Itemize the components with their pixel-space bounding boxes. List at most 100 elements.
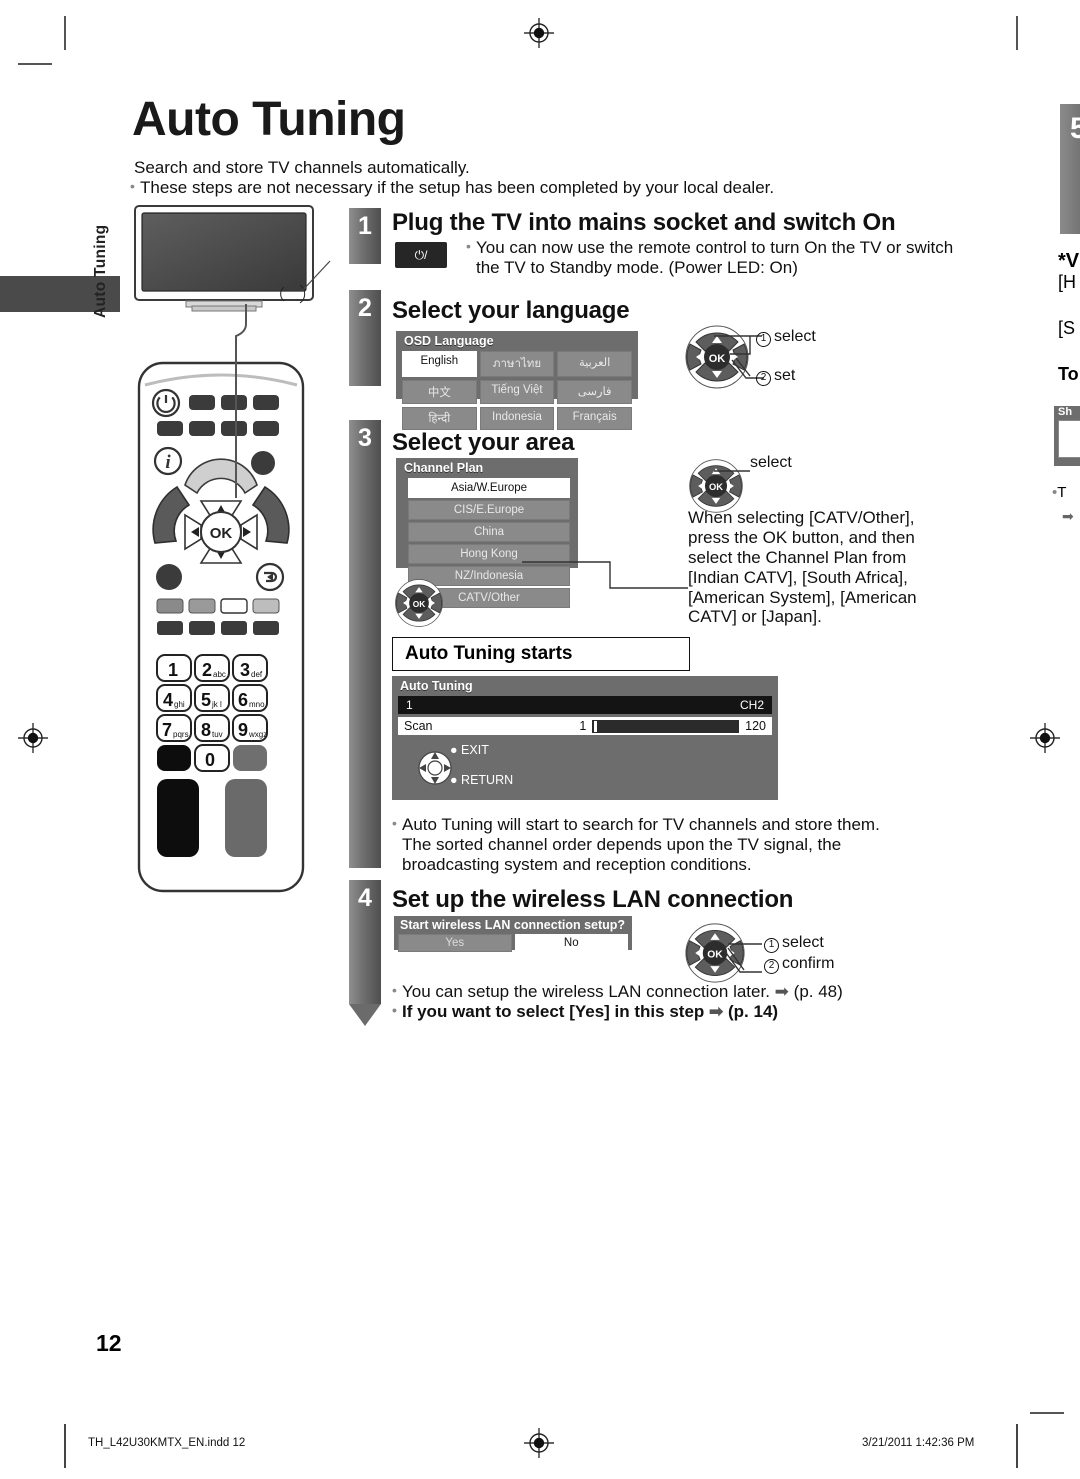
step-1-body: • You can now use the remote control to t… <box>466 238 986 278</box>
registration-mark-left <box>18 723 48 753</box>
wireless-lan-option-yes[interactable]: Yes <box>398 934 512 952</box>
bullet-glyph: • <box>392 1002 397 1018</box>
step-1-body-line-1: You can now use the remote control to tu… <box>476 238 954 257</box>
step-4-footnote-bold: • If you want to select [Yes] in this ste… <box>392 1002 952 1022</box>
okpad-step-3-ok: OK <box>394 578 444 633</box>
auto-tuning-channel: CH2 <box>739 698 764 712</box>
wireless-lan-option-no[interactable]: No <box>514 934 628 952</box>
wireless-lan-options: Yes No <box>394 934 632 956</box>
osd-language-option[interactable]: 中文 <box>402 380 477 404</box>
osd-language-option[interactable]: فارسی <box>557 380 632 404</box>
crop-mark-top-left-h <box>18 63 52 65</box>
svg-text:wxgz: wxgz <box>248 730 267 739</box>
step-flow-arrow <box>349 1004 381 1026</box>
arrow-icon: ➡ <box>709 1002 724 1021</box>
power-standby-button-icon: ⏻ / <box>395 242 447 268</box>
tv-illustration <box>134 205 332 313</box>
svg-text:2: 2 <box>202 660 212 680</box>
page-number: 12 <box>96 1330 122 1356</box>
callout-step-4-confirm: 2 confirm <box>764 955 834 974</box>
bleed-line-4: To <box>1058 364 1079 384</box>
osd-language-option-grid: English ภาษาไทย العربية 中文 Tiếng Việt فا… <box>396 351 638 436</box>
power-icon-label: / <box>424 248 428 262</box>
svg-text:ghi: ghi <box>174 700 185 709</box>
callout-marker: 1 <box>756 332 771 347</box>
step-3-after-note: • Auto Tuning will start to search for TV… <box>392 815 962 875</box>
osd-language-option[interactable]: Français <box>557 407 632 430</box>
bleed-text-6: •T <box>1052 484 1067 501</box>
svg-text:3: 3 <box>240 660 250 680</box>
callout-step-3-select: select <box>750 454 792 472</box>
svg-text:4: 4 <box>163 690 173 710</box>
bleed-arrow-icon: ➡ <box>1062 508 1074 524</box>
svg-text:jk l: jk l <box>211 700 222 709</box>
svg-text:8: 8 <box>201 720 211 740</box>
step-bar-1: 1 <box>349 208 381 264</box>
step-bar-3: 3 <box>349 420 381 868</box>
leader-line-catv-note <box>520 548 690 595</box>
osd-language-option[interactable]: ภาษาไทย <box>479 351 555 377</box>
bleed-line-3: [S <box>1058 318 1076 338</box>
svg-text:1: 1 <box>168 660 178 680</box>
channel-plan-option[interactable]: China <box>408 522 570 542</box>
callout-marker: 1 <box>764 938 779 953</box>
osd-language-title: OSD Language <box>404 334 494 348</box>
osd-language-option[interactable]: हिन्दी <box>402 407 477 430</box>
crop-mark-bottom-right-h <box>1030 1412 1064 1414</box>
svg-text:def: def <box>251 670 263 679</box>
step-4-heading: Set up the wireless LAN connection <box>392 886 794 913</box>
bullet-glyph: • <box>392 982 397 998</box>
wireless-lan-dialog: Start wireless LAN connection setup? Yes… <box>394 916 632 952</box>
crop-mark-top-left-v <box>64 16 66 50</box>
callout-label: confirm <box>782 955 835 972</box>
osd-language-option[interactable]: English <box>402 351 477 377</box>
auto-tuning-progress-title: Auto Tuning <box>400 679 473 693</box>
auto-tuning-current-row: 1 CH2 <box>398 696 772 714</box>
step-3-heading: Select your area <box>392 429 575 456</box>
step-1-body-line-2: the TV to Standby mode. (Power LED: On) <box>476 258 798 278</box>
side-tab-label: Auto Tuning <box>92 224 109 318</box>
channel-plan-title: Channel Plan <box>404 461 484 475</box>
bleed-text-4: To <box>1058 364 1080 385</box>
footer-rule-right <box>1016 1424 1018 1468</box>
svg-text:6: 6 <box>238 690 248 710</box>
step-bar-4: 4 <box>349 880 381 1004</box>
after-note-line: The sorted channel order depends upon th… <box>402 835 842 855</box>
auto-tuning-progress-panel: Auto Tuning 1 CH2 Scan 1 120 ● EXIT ● RE… <box>392 676 778 800</box>
channel-plan-option[interactable]: CIS/E.Europe <box>408 500 570 520</box>
auto-tuning-index: 1 <box>406 698 413 712</box>
bleed-line-1: *V <box>1058 250 1080 272</box>
step-1-heading: Plug the TV into mains socket and switch… <box>392 209 896 236</box>
bleed-line-2: [H <box>1058 272 1076 292</box>
scan-to: 120 <box>745 719 766 733</box>
footer-filename: TH_L42U30KMTX_EN.indd 12 <box>88 1437 246 1449</box>
auto-tuning-scan-row: Scan 1 120 <box>398 717 772 735</box>
registration-mark-bottom <box>524 1428 554 1458</box>
step-bar-2: 2 <box>349 290 381 386</box>
svg-text:9: 9 <box>238 720 248 740</box>
svg-text:7: 7 <box>162 720 172 740</box>
crop-mark-top-right-v <box>1016 16 1018 50</box>
catv-note-line: select the Channel Plan from <box>688 547 907 567</box>
catv-note-line: [American System], [American <box>688 587 917 607</box>
bleed-text-2: [H <box>1058 272 1080 293</box>
callout-marker: 2 <box>756 371 771 386</box>
svg-text:OK: OK <box>709 482 723 492</box>
step-2-heading: Select your language <box>392 297 630 324</box>
osd-language-option[interactable]: Tiếng Việt <box>479 380 555 404</box>
svg-text:0: 0 <box>205 750 215 770</box>
auto-tuning-starts-box: Auto Tuning starts <box>392 637 690 671</box>
wireless-lan-dialog-title: Start wireless LAN connection setup? <box>400 918 626 932</box>
catv-note-line: When selecting [CATV/Other], <box>688 508 915 527</box>
scan-progress-bar <box>592 719 740 733</box>
channel-plan-option[interactable]: Asia/W.Europe <box>408 478 570 498</box>
osd-language-option[interactable]: Indonesia <box>479 407 555 430</box>
footnote-bold-ref: (p. 14) <box>728 1002 779 1021</box>
osd-language-option[interactable]: العربية <box>557 351 632 377</box>
bullet-glyph: • <box>466 238 471 254</box>
bleed-text-3: [S <box>1058 318 1080 339</box>
svg-text:OK: OK <box>210 525 233 542</box>
manual-page: Auto Tuning Auto Tuning Search and store… <box>0 0 1080 1479</box>
bullet-glyph: ● <box>450 743 458 757</box>
step-number-4: 4 <box>358 884 372 912</box>
